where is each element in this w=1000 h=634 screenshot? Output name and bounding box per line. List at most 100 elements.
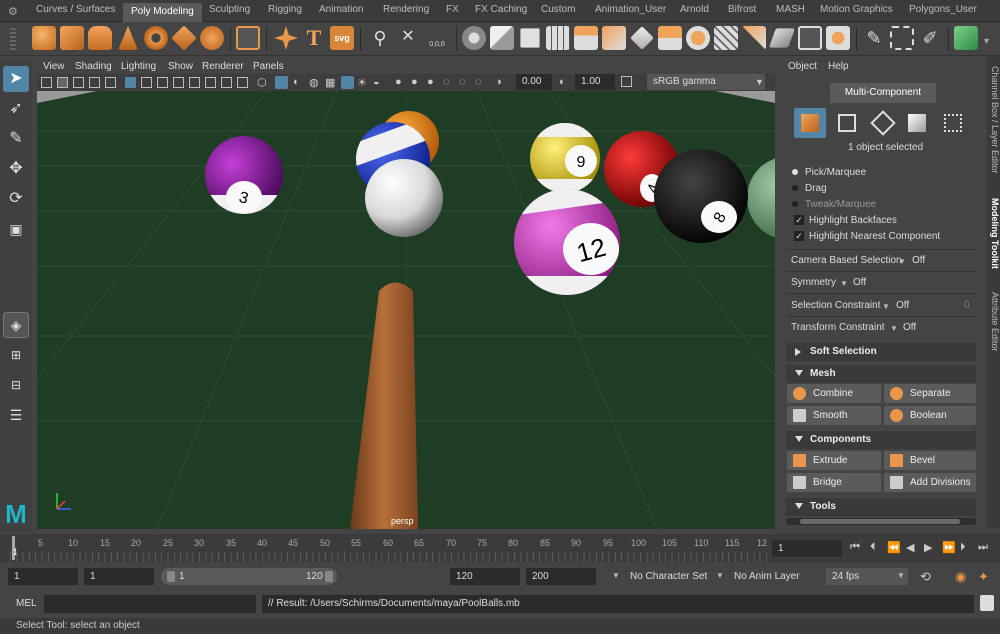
tab-channel-box[interactable]: Channel Box / Layer Editor: [987, 66, 1000, 174]
mesh-grid-icon[interactable]: [714, 26, 738, 50]
tab-motion-graphics[interactable]: Motion Graphics: [820, 4, 893, 20]
fill-hole-icon[interactable]: [658, 26, 682, 50]
gamma-icon-2[interactable]: ◐: [559, 76, 566, 88]
tab-sculpting[interactable]: Sculpting: [209, 4, 250, 20]
uv-editor-icon[interactable]: [954, 26, 978, 50]
step-forward-frame-icon[interactable]: ⏩: [942, 541, 956, 554]
step-forward-key-icon[interactable]: ⏵: [960, 541, 966, 554]
step-back-frame-icon[interactable]: ⏪: [887, 541, 901, 554]
anim-layer-dropdown[interactable]: No Anim Layer: [734, 571, 800, 582]
go-to-end-icon[interactable]: ⏭: [978, 541, 988, 554]
tab-rendering[interactable]: Rendering: [383, 4, 429, 20]
combine-button[interactable]: Combine: [787, 384, 881, 403]
fps-dropdown[interactable]: 24 fps: [826, 568, 908, 585]
tab-attribute-editor[interactable]: Attribute Editor: [987, 292, 1000, 352]
symmetry-value[interactable]: Off: [853, 277, 866, 288]
loop-icon[interactable]: ⟲: [920, 569, 931, 585]
ao-icon[interactable]: ◒: [373, 76, 380, 88]
use-lights-icon[interactable]: [341, 76, 354, 89]
extrude-button[interactable]: Extrude: [787, 451, 881, 470]
lasso-tool-icon[interactable]: ➶: [3, 96, 29, 122]
center-pivot-icon[interactable]: 0,0,0: [424, 26, 450, 50]
smooth-button[interactable]: Smooth: [787, 406, 881, 425]
exposure-field[interactable]: 0.00: [516, 74, 552, 90]
play-backward-icon[interactable]: ◀: [906, 541, 914, 554]
object-mode-icon[interactable]: [794, 108, 826, 138]
single-view-icon[interactable]: ◈: [3, 312, 29, 338]
poly-torus-icon[interactable]: [144, 26, 168, 50]
two-view-icon[interactable]: ⊟: [3, 372, 29, 398]
step-back-key-icon[interactable]: ⏴: [870, 541, 876, 554]
two-d-pan-icon[interactable]: [105, 77, 116, 88]
slide-edge-icon[interactable]: [768, 28, 796, 48]
gamma-icon[interactable]: ◑: [495, 76, 502, 88]
camera-select-icon[interactable]: [41, 77, 52, 88]
anti-aliasing-icon[interactable]: ●: [411, 76, 418, 88]
tab-animation-user[interactable]: Animation_User: [595, 4, 666, 20]
view-transform-icon[interactable]: [621, 76, 632, 87]
menu-show[interactable]: Show: [168, 61, 193, 72]
vertex-mode-icon[interactable]: [838, 114, 856, 132]
boolean-button[interactable]: Boolean: [884, 406, 976, 425]
svg-tool-icon[interactable]: svg: [330, 26, 354, 50]
scale-tool-icon[interactable]: ▣: [3, 216, 29, 242]
image-plane-icon[interactable]: [89, 77, 100, 88]
edge-mode-icon[interactable]: [870, 110, 896, 136]
gate-mask-icon[interactable]: [173, 77, 184, 88]
radio-pick-marquee[interactable]: [792, 169, 798, 175]
separate-button[interactable]: Separate: [884, 384, 976, 403]
tab-custom[interactable]: Custom: [541, 4, 575, 20]
time-ruler[interactable]: 1 5 10 15 20 25 30 35 40 45 50 55 60 65 …: [10, 534, 768, 562]
chevron-down-icon[interactable]: ▼: [612, 571, 620, 580]
multi-cut-icon[interactable]: ✎: [862, 26, 886, 50]
script-editor-icon[interactable]: [980, 595, 994, 611]
poly-plane-icon[interactable]: [171, 25, 197, 51]
gear-icon[interactable]: ⚙: [8, 5, 18, 18]
safe-title-icon[interactable]: [221, 77, 232, 88]
tab-curves-surfaces[interactable]: Curves / Surfaces: [36, 4, 115, 20]
section-tools[interactable]: Tools: [786, 498, 976, 516]
extract-icon[interactable]: [520, 28, 540, 48]
add-divisions-button[interactable]: Add Divisions: [884, 473, 976, 492]
poly-cylinder-icon[interactable]: [88, 26, 112, 50]
poly-sphere-icon[interactable]: [32, 26, 56, 50]
chevron-down-icon[interactable]: ▼: [755, 77, 764, 87]
menu-view[interactable]: View: [43, 61, 65, 72]
wireframe-icon[interactable]: ⬡: [257, 76, 267, 89]
end-time-field[interactable]: 200: [526, 568, 596, 585]
bookmarks-icon[interactable]: [73, 77, 84, 88]
text-tool-icon[interactable]: T: [302, 26, 326, 50]
tab-poly-modeling[interactable]: Poly Modeling: [123, 3, 202, 22]
range-end-handle[interactable]: [325, 571, 333, 582]
bridge-button[interactable]: Bridge: [787, 473, 881, 492]
checkbox-highlight-backfaces[interactable]: ✓: [794, 215, 804, 225]
merge-icon[interactable]: [798, 26, 822, 50]
smooth-icon[interactable]: [546, 26, 570, 50]
scrollbar-thumb[interactable]: [800, 519, 960, 524]
extrude-icon[interactable]: [574, 26, 598, 50]
range-slider[interactable]: 1 120: [161, 568, 337, 585]
mirror-icon[interactable]: ⚲: [368, 26, 392, 50]
tab-animation[interactable]: Animation: [319, 4, 363, 20]
range-start-handle[interactable]: [167, 571, 175, 582]
tab-fx-caching[interactable]: FX Caching: [475, 4, 527, 20]
multi-component-button[interactable]: Multi-Component: [830, 83, 936, 103]
section-components[interactable]: Components: [786, 431, 976, 449]
viewport-persp[interactable]: 3 9 4 8 12 persp: [37, 91, 775, 529]
chevron-down-icon[interactable]: ▼: [840, 279, 848, 288]
auto-key-icon[interactable]: ◉: [955, 569, 966, 585]
bevel-icon[interactable]: [630, 26, 654, 50]
bridge-icon[interactable]: [602, 26, 626, 50]
cue-ball[interactable]: [365, 159, 443, 237]
transform-constraint-value[interactable]: Off: [903, 322, 916, 333]
radio-tweak-marquee[interactable]: [792, 201, 798, 207]
poly-cone-icon[interactable]: [118, 26, 138, 50]
poly-disc-icon[interactable]: [200, 26, 224, 50]
playback-start-field[interactable]: 1: [84, 568, 154, 585]
section-soft-selection[interactable]: Soft Selection: [786, 343, 976, 361]
panel-scrollbar[interactable]: [786, 518, 976, 525]
xray-joints-icon[interactable]: ◌: [459, 76, 466, 88]
section-mesh[interactable]: Mesh: [786, 365, 976, 383]
shelf-scroll-icon[interactable]: ▾: [984, 36, 989, 47]
chevron-down-icon[interactable]: ▼: [898, 257, 906, 266]
